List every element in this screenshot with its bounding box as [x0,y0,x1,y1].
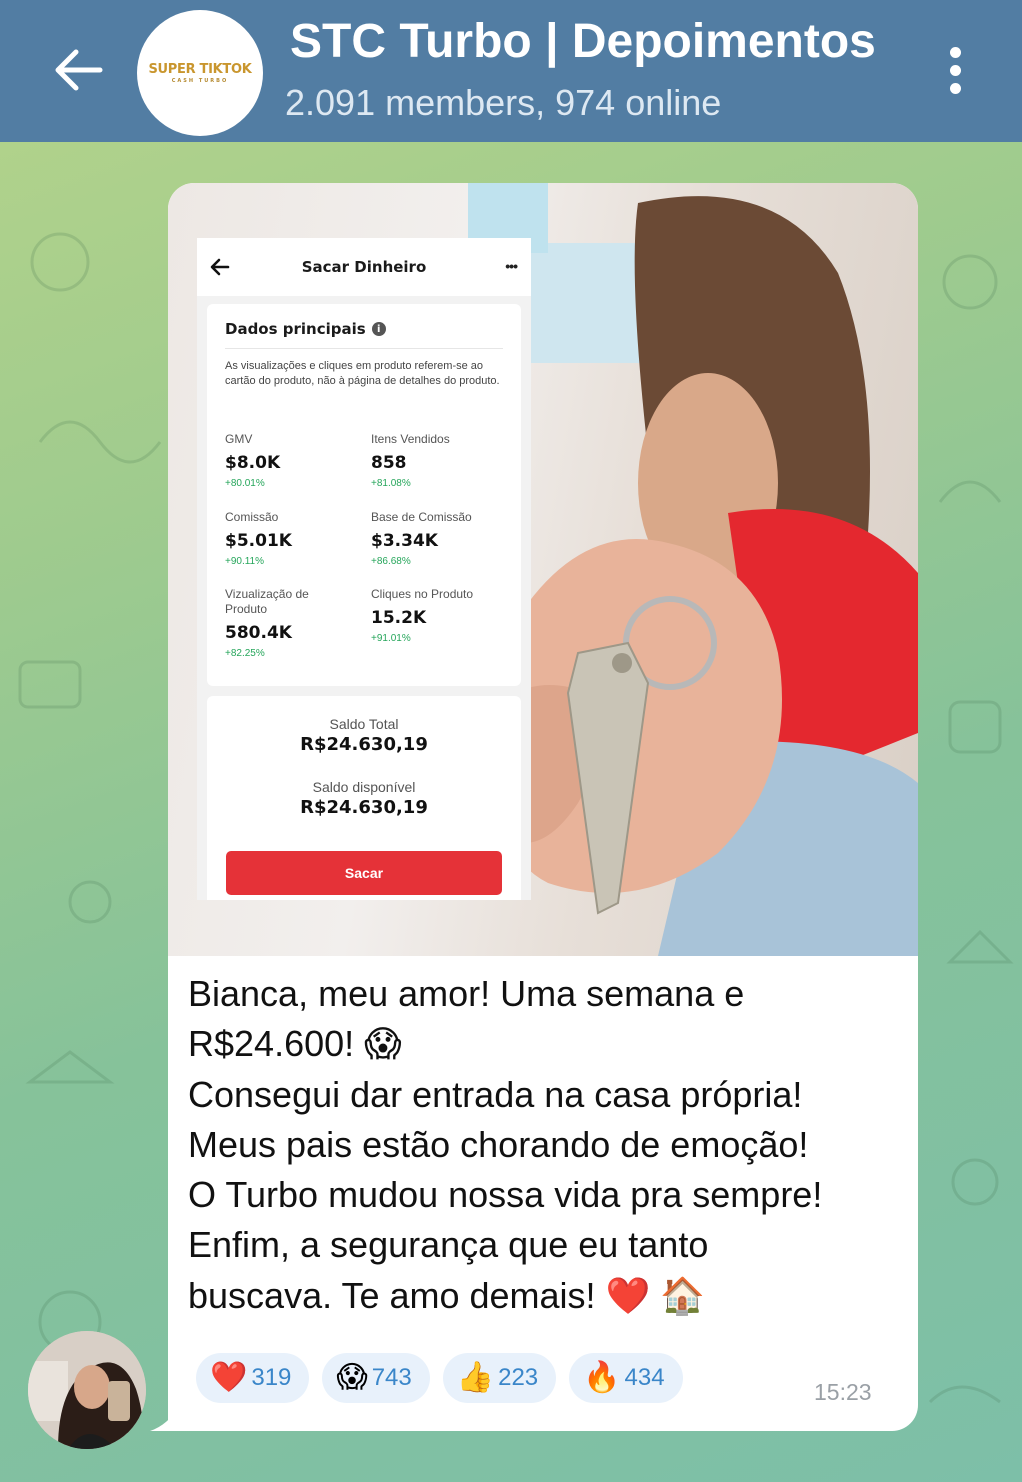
logo-subtext: CASH TURBO [171,78,229,84]
message-timestamp: 15:23 [814,1379,872,1405]
main-data-card: Dados principais i As visualizações e cl… [207,304,521,686]
message-photo[interactable]: Sacar Dinheiro ••• Dados principais i As… [168,183,918,956]
arrow-left-icon [210,258,230,276]
reaction-heart[interactable]: ❤️ 319 [196,1353,310,1403]
metric-label: Base de Comissão [371,510,472,524]
metric-value: $5.01K [225,531,292,551]
metric-label: GMV [225,432,253,446]
reaction-fire[interactable]: 🔥 434 [569,1353,683,1403]
fire-icon: 🔥 [583,1360,621,1395]
metric-label: Itens Vendidos [371,432,450,446]
dot-icon [949,46,961,58]
metric-item: Comissão $5.01K +90.11% [225,510,365,567]
metric-value: 15.2K [371,608,427,628]
screenshot-title: Sacar Dinheiro [301,258,427,276]
dot-icon [949,82,961,94]
sender-photo [28,1331,146,1449]
card-title: Dados principais [225,320,366,338]
withdraw-button: Sacar [226,851,502,895]
sender-avatar[interactable] [28,1331,146,1449]
back-button[interactable] [48,40,108,100]
reaction-scream[interactable]: 😱 743 [322,1353,430,1403]
reaction-count: 434 [624,1364,665,1391]
metric-delta: +82.25% [225,648,265,659]
heart-icon: ❤️ [210,1360,248,1395]
channel-member-status: 2.091 members, 974 online [285,82,722,123]
divider [225,348,503,349]
arrow-left-icon [55,49,103,91]
more-menu-button[interactable] [935,40,975,100]
message-line: buscava. Te amo demais! ❤️ 🏠 [188,1274,706,1316]
card-header: Dados principais i [225,320,503,338]
channel-title[interactable]: STC Turbo | Depoimentos [290,14,876,69]
message-line: Enfim, a segurança que eu tanto [188,1224,709,1266]
bubble-tail [150,1405,180,1431]
metric-label: Vizualização de Produto [225,587,309,616]
metric-delta: +86.68% [371,556,411,567]
available-balance-value: R$24.630,19 [300,797,428,818]
card-description: As visualizações e cliques em produto re… [225,360,500,387]
metric-value: 580.4K [225,623,292,643]
total-balance-value: R$24.630,19 [300,734,428,755]
channel-logo: SUPER TIKTOK CASH TURBO [148,62,251,84]
available-balance-label: Saldo disponível [312,779,416,795]
total-balance: Saldo Total R$24.630,19 [207,716,521,755]
metric-item: Base de Comissão $3.34K +86.68% [371,510,511,567]
metric-item: GMV $8.0K +80.01% [225,432,365,489]
withdraw-screenshot: Sacar Dinheiro ••• Dados principais i As… [197,238,531,900]
message-bubble[interactable]: Sacar Dinheiro ••• Dados principais i As… [168,183,918,1431]
reaction-count: 319 [251,1364,292,1391]
channel-avatar[interactable]: SUPER TIKTOK CASH TURBO [137,10,263,136]
metric-value: $3.34K [371,531,438,551]
message-line: Consegui dar entrada na casa própria! [188,1073,803,1115]
message-line: Meus pais estão chorando de emoção! [188,1123,809,1165]
message-line: O Turbo mudou nossa vida pra sempre! [188,1174,823,1216]
metric-delta: +91.01% [371,633,411,644]
thumbs-up-icon: 👍 [456,1360,495,1395]
message-line: Bianca, meu amor! Uma semana e [188,973,745,1014]
chat-header: SUPER TIKTOK CASH TURBO STC Turbo | Depo… [0,0,1022,142]
more-icon: ••• [505,258,518,274]
reaction-count: 743 [371,1364,412,1391]
metric-item: Itens Vendidos 858 +81.08% [371,432,511,489]
message-line: R$24.600! 😱 [188,1023,402,1065]
total-balance-label: Saldo Total [329,716,399,732]
metric-delta: +90.11% [225,556,265,567]
metric-value: 858 [371,453,407,473]
metric-value: $8.0K [225,453,281,473]
metric-label: Cliques no Produto [371,587,474,601]
info-icon: i [371,322,386,336]
dot-icon [949,64,961,76]
logo-text: SUPER TIKTOK [148,62,252,77]
metric-delta: +80.01% [225,478,265,489]
message-text: Bianca, meu amor! Uma semana e R$24.600!… [188,969,908,1321]
balance-card: Saldo Total R$24.630,19 Saldo disponível… [207,696,521,900]
screenshot-topbar: Sacar Dinheiro ••• [197,238,531,296]
metric-delta: +81.08% [371,478,411,489]
reaction-thumbs-up[interactable]: 👍 223 [442,1353,557,1403]
reaction-count: 223 [498,1364,539,1391]
metric-item: Cliques no Produto 15.2K +91.01% [371,587,511,644]
available-balance: Saldo disponível R$24.630,19 [207,779,521,818]
metric-label: Comissão [225,510,279,524]
scream-face-icon: 😱 [336,1360,368,1395]
reactions-bar: ❤️ 319 😱 743 👍 223 🔥 434 [196,1353,683,1403]
metric-item: Vizualização de Produto 580.4K +82.25% [225,587,335,659]
